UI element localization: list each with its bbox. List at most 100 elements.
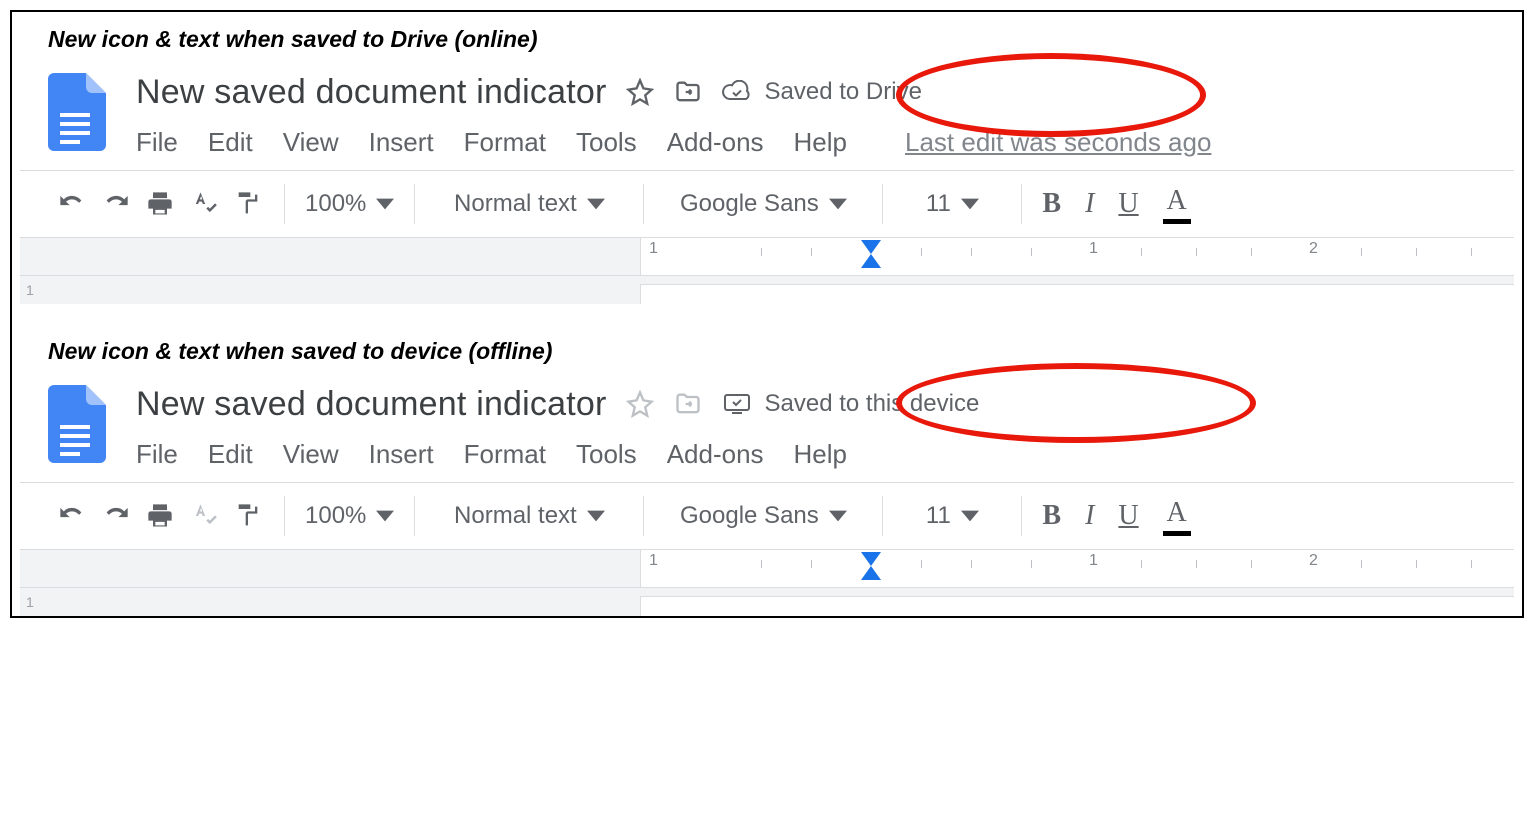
toolbar-separator bbox=[414, 184, 415, 224]
undo-button[interactable] bbox=[50, 494, 94, 538]
redo-button[interactable] bbox=[94, 182, 138, 226]
toolbar-separator bbox=[643, 496, 644, 536]
menubar: File Edit View Insert Format Tools Add-o… bbox=[136, 429, 979, 482]
font-size-select[interactable]: 11 bbox=[897, 190, 1007, 218]
document-title[interactable]: New saved document indicator bbox=[136, 385, 607, 424]
toolbar-separator bbox=[1021, 496, 1022, 536]
left-indent-marker[interactable] bbox=[861, 566, 881, 580]
save-status[interactable]: Saved to this device bbox=[721, 390, 980, 418]
italic-button[interactable]: I bbox=[1085, 188, 1094, 220]
paint-format-button[interactable] bbox=[226, 182, 270, 226]
page-edge: 1 bbox=[20, 588, 1514, 616]
font-value: Google Sans bbox=[680, 502, 819, 530]
example-offline: New saved document indicator Save bbox=[20, 379, 1514, 616]
spellcheck-button[interactable] bbox=[182, 182, 226, 226]
text-color-button[interactable]: A bbox=[1163, 497, 1191, 536]
google-docs-logo-icon[interactable] bbox=[48, 385, 106, 463]
zoom-value: 100% bbox=[305, 190, 366, 218]
ruler-label: 2 bbox=[1309, 552, 1318, 570]
text-color-swatch bbox=[1163, 219, 1191, 224]
font-select[interactable]: Google Sans bbox=[658, 502, 868, 530]
font-size-value: 11 bbox=[926, 190, 951, 218]
ruler[interactable]: 1 1 2 bbox=[20, 238, 1514, 276]
menu-format[interactable]: Format bbox=[464, 127, 546, 158]
toolbar: 100% Normal text Google Sans 11 bbox=[20, 483, 1514, 549]
paint-format-button[interactable] bbox=[226, 494, 270, 538]
menu-file[interactable]: File bbox=[136, 127, 178, 158]
bold-button[interactable]: B bbox=[1042, 500, 1061, 532]
google-docs-logo-icon[interactable] bbox=[48, 73, 106, 151]
chevron-down-icon bbox=[961, 195, 979, 213]
menu-format[interactable]: Format bbox=[464, 439, 546, 470]
zoom-select[interactable]: 100% bbox=[299, 190, 400, 218]
menu-file[interactable]: File bbox=[136, 439, 178, 470]
example-online: New saved document indicator Saved to Dr… bbox=[20, 67, 1514, 304]
menu-insert[interactable]: Insert bbox=[369, 439, 434, 470]
menu-help[interactable]: Help bbox=[794, 439, 847, 470]
first-line-indent-marker[interactable] bbox=[861, 240, 881, 254]
text-color-label: A bbox=[1167, 185, 1187, 217]
toolbar-separator bbox=[882, 184, 883, 224]
spellcheck-button[interactable] bbox=[182, 494, 226, 538]
text-color-swatch bbox=[1163, 531, 1191, 536]
redo-button[interactable] bbox=[94, 494, 138, 538]
star-icon[interactable] bbox=[625, 389, 655, 419]
undo-button[interactable] bbox=[50, 182, 94, 226]
text-color-button[interactable]: A bbox=[1163, 185, 1191, 224]
move-to-folder-icon[interactable] bbox=[673, 77, 703, 107]
toolbar-separator bbox=[414, 496, 415, 536]
bold-button[interactable]: B bbox=[1042, 188, 1061, 220]
page-canvas[interactable] bbox=[640, 596, 1514, 616]
page-canvas[interactable] bbox=[640, 284, 1514, 304]
menu-tools[interactable]: Tools bbox=[576, 127, 637, 158]
toolbar-separator bbox=[1021, 184, 1022, 224]
ruler[interactable]: 1 1 2 bbox=[20, 550, 1514, 588]
font-value: Google Sans bbox=[680, 190, 819, 218]
chevron-down-icon bbox=[587, 507, 605, 525]
menu-insert[interactable]: Insert bbox=[369, 127, 434, 158]
chevron-down-icon bbox=[376, 507, 394, 525]
style-value: Normal text bbox=[454, 502, 577, 530]
print-button[interactable] bbox=[138, 494, 182, 538]
chevron-down-icon bbox=[829, 195, 847, 213]
vertical-ruler-label: 1 bbox=[26, 282, 34, 298]
menu-edit[interactable]: Edit bbox=[208, 439, 253, 470]
page-edge: 1 bbox=[20, 276, 1514, 304]
star-icon[interactable] bbox=[625, 77, 655, 107]
cloud-check-icon bbox=[721, 80, 753, 104]
menu-view[interactable]: View bbox=[283, 127, 339, 158]
print-button[interactable] bbox=[138, 182, 182, 226]
font-select[interactable]: Google Sans bbox=[658, 190, 868, 218]
zoom-select[interactable]: 100% bbox=[299, 502, 400, 530]
device-check-icon bbox=[721, 392, 753, 416]
menu-tools[interactable]: Tools bbox=[576, 439, 637, 470]
text-color-label: A bbox=[1167, 497, 1187, 529]
underline-button[interactable]: U bbox=[1118, 500, 1138, 532]
menu-edit[interactable]: Edit bbox=[208, 127, 253, 158]
save-status-label: Saved to this device bbox=[765, 390, 980, 418]
caption-offline: New icon & text when saved to device (of… bbox=[20, 332, 1514, 379]
menu-addons[interactable]: Add-ons bbox=[667, 439, 764, 470]
menu-addons[interactable]: Add-ons bbox=[667, 127, 764, 158]
toolbar: 100% Normal text Google Sans 11 bbox=[20, 171, 1514, 237]
toolbar-separator bbox=[643, 184, 644, 224]
italic-button[interactable]: I bbox=[1085, 500, 1094, 532]
font-size-select[interactable]: 11 bbox=[897, 502, 1007, 530]
document-title[interactable]: New saved document indicator bbox=[136, 73, 607, 112]
style-select[interactable]: Normal text bbox=[429, 502, 629, 530]
first-line-indent-marker[interactable] bbox=[861, 552, 881, 566]
menubar: File Edit View Insert Format Tools Add-o… bbox=[136, 117, 1211, 170]
underline-button[interactable]: U bbox=[1118, 188, 1138, 220]
ruler-label: 1 bbox=[649, 240, 658, 258]
menu-view[interactable]: View bbox=[283, 439, 339, 470]
save-status-label: Saved to Drive bbox=[765, 78, 922, 106]
style-select[interactable]: Normal text bbox=[429, 190, 629, 218]
left-indent-marker[interactable] bbox=[861, 254, 881, 268]
menu-help[interactable]: Help bbox=[794, 127, 847, 158]
move-to-folder-icon[interactable] bbox=[673, 389, 703, 419]
ruler-label: 1 bbox=[649, 552, 658, 570]
save-status[interactable]: Saved to Drive bbox=[721, 78, 922, 106]
ruler-label: 2 bbox=[1309, 240, 1318, 258]
ruler-label: 1 bbox=[1089, 240, 1098, 258]
last-edit-link[interactable]: Last edit was seconds ago bbox=[905, 127, 1211, 158]
